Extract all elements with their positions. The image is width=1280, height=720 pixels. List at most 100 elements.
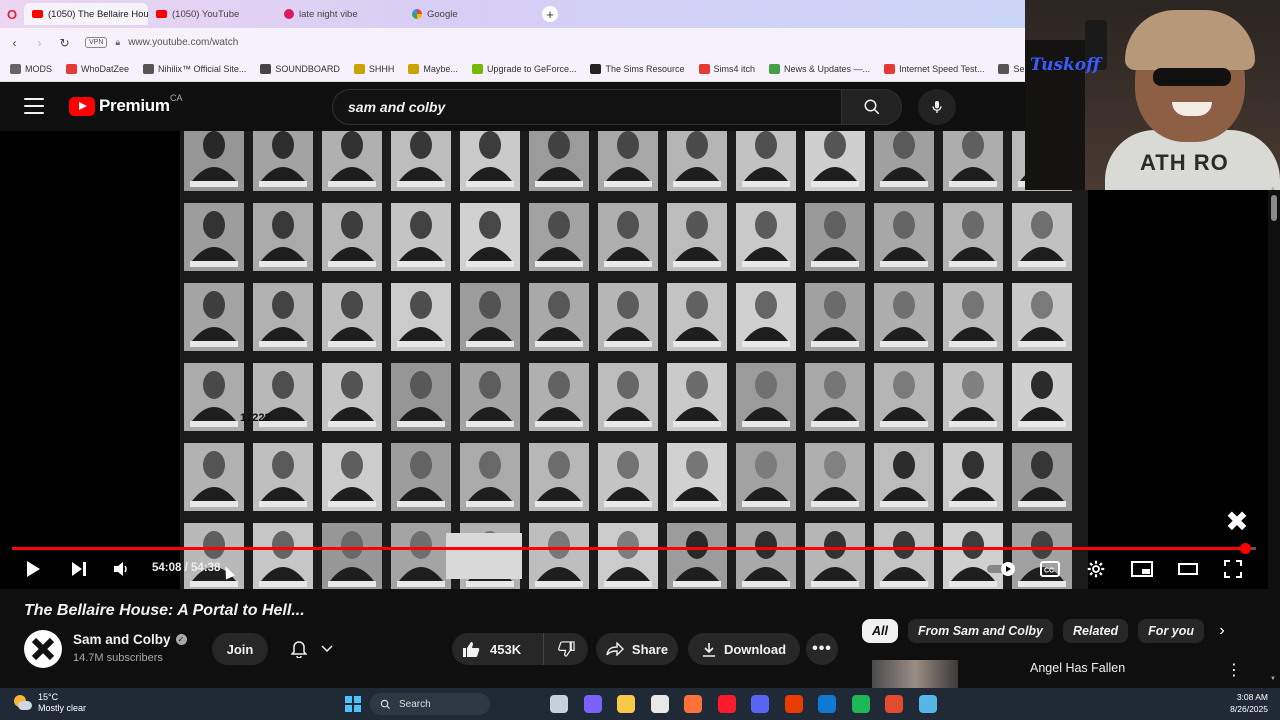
music-icon bbox=[284, 9, 294, 19]
captions-button[interactable]: CC bbox=[1039, 558, 1061, 580]
share-button[interactable]: Share bbox=[596, 633, 678, 665]
notepad-icon[interactable] bbox=[918, 695, 937, 713]
task-view-icon[interactable] bbox=[550, 695, 568, 713]
rss-icon[interactable] bbox=[885, 695, 903, 713]
chip-from-sam-and-colby[interactable]: From Sam and Colby bbox=[907, 619, 1054, 643]
autoplay-toggle[interactable] bbox=[986, 558, 1020, 580]
portrait-photo bbox=[253, 283, 313, 351]
bookmark-item[interactable]: SHHH bbox=[353, 64, 394, 74]
lock-icon[interactable]: 🔒︎ bbox=[115, 37, 120, 48]
chip-related[interactable]: Related bbox=[1063, 619, 1129, 643]
more-actions-button[interactable]: ••• bbox=[806, 633, 838, 665]
scrollbar-thumb[interactable] bbox=[1271, 195, 1277, 221]
channel-name[interactable]: Sam and Colby bbox=[73, 632, 171, 647]
bookmark-label: WhoDatZee bbox=[81, 64, 130, 74]
portrait-photo bbox=[184, 203, 244, 271]
join-button[interactable]: Join bbox=[212, 633, 268, 665]
chip-for-you[interactable]: For you bbox=[1138, 619, 1205, 643]
portrait-photo bbox=[391, 363, 451, 431]
video-frame-photo-wall: 17222 bbox=[180, 131, 1088, 589]
overlay-close-icon[interactable]: ✖ bbox=[1222, 506, 1252, 537]
settings-button[interactable] bbox=[1085, 558, 1107, 580]
back-arrow-icon[interactable]: ‹ bbox=[2, 36, 27, 50]
progress-bar[interactable] bbox=[12, 543, 1256, 554]
windows-start-icon[interactable] bbox=[345, 696, 361, 712]
portrait-photo bbox=[598, 363, 658, 431]
tab-google[interactable]: Google bbox=[404, 3, 532, 25]
bookmark-item[interactable]: Sims4 itch bbox=[698, 64, 755, 74]
volume-button[interactable] bbox=[110, 558, 132, 580]
like-button[interactable]: 453K bbox=[452, 633, 544, 665]
video-player[interactable]: 17222 bbox=[0, 131, 1268, 589]
chat-icon[interactable] bbox=[851, 695, 870, 713]
search-input[interactable]: sam and colby bbox=[332, 89, 842, 125]
bookmark-item[interactable]: The Sims Resource bbox=[590, 64, 685, 74]
store-icon[interactable] bbox=[650, 695, 669, 713]
search-button[interactable] bbox=[842, 89, 902, 125]
url-field[interactable]: www.youtube.com/watch bbox=[128, 37, 238, 48]
portrait-photo bbox=[874, 283, 934, 351]
bookmark-item[interactable]: MODS bbox=[10, 64, 52, 74]
recommendation-title[interactable]: Angel Has Fallen bbox=[1030, 661, 1125, 675]
taskbar-search[interactable]: Search bbox=[370, 693, 490, 715]
outlook-icon[interactable] bbox=[818, 695, 836, 713]
download-button[interactable]: Download bbox=[688, 633, 800, 665]
notifications-button[interactable] bbox=[278, 633, 346, 665]
tab-youtube[interactable]: (1050) YouTube bbox=[148, 3, 276, 25]
recommendation-thumbnail[interactable] bbox=[872, 660, 958, 688]
forward-arrow-icon[interactable]: › bbox=[27, 36, 52, 50]
opera-logo-icon[interactable]: O bbox=[0, 0, 24, 28]
office-icon[interactable] bbox=[784, 695, 803, 713]
scroll-up-arrow[interactable]: ▲ bbox=[1270, 186, 1276, 192]
fullscreen-button[interactable] bbox=[1222, 558, 1244, 580]
tab-late-night-vibe[interactable]: late night vibe bbox=[276, 3, 404, 25]
reload-icon[interactable]: ↻ bbox=[52, 36, 77, 50]
bookmark-item[interactable]: Send bbox=[998, 64, 1025, 74]
bookmark-item[interactable]: Nihilix™ Official Site... bbox=[143, 64, 246, 74]
chevron-right-icon[interactable]: › bbox=[1210, 619, 1234, 643]
voice-search-button[interactable] bbox=[918, 89, 956, 125]
portrait-photo bbox=[736, 523, 796, 589]
copilot-icon[interactable] bbox=[583, 695, 602, 713]
tab-label: Google bbox=[427, 8, 458, 20]
bookmark-item[interactable]: Maybe... bbox=[408, 64, 458, 74]
clock-date: 8/26/2025 bbox=[1230, 704, 1268, 714]
miniplayer-button[interactable] bbox=[1130, 558, 1154, 580]
bookmark-favicon-icon bbox=[143, 64, 155, 74]
bookmark-item[interactable]: News & Updates —... bbox=[769, 64, 870, 74]
youtube-premium-logo[interactable]: Premium bbox=[69, 96, 170, 116]
chip-all[interactable]: All bbox=[862, 619, 898, 643]
system-clock[interactable]: 3:08 AM 8/26/2025 bbox=[1190, 691, 1268, 715]
play-button[interactable] bbox=[22, 558, 44, 580]
related-filter-chips: All From Sam and Colby Related For you bbox=[862, 619, 1205, 643]
theater-mode-button[interactable] bbox=[1176, 558, 1200, 580]
bookmark-item[interactable]: Internet Speed Test... bbox=[884, 64, 984, 74]
opera-icon[interactable] bbox=[717, 695, 736, 713]
more-vertical-icon[interactable]: ⋮ bbox=[1226, 660, 1242, 680]
portrait-photo bbox=[943, 131, 1003, 191]
weather-widget[interactable]: 15°C Mostly clear bbox=[12, 692, 86, 714]
portrait-photo bbox=[736, 203, 796, 271]
bookmark-item[interactable]: SOUNDBOARD bbox=[260, 64, 340, 74]
vpn-badge[interactable]: VPN bbox=[85, 37, 108, 48]
channel-avatar[interactable] bbox=[24, 630, 62, 668]
bookmark-item[interactable]: WhoDatZee bbox=[66, 64, 129, 74]
firefox-icon[interactable] bbox=[684, 695, 702, 713]
channel-name-row[interactable]: Sam and Colby ✓ bbox=[73, 632, 187, 647]
tab-bellaire-house[interactable]: (1050) The Bellaire House × bbox=[24, 3, 148, 25]
fullscreen-icon bbox=[1224, 560, 1242, 578]
scrubber-handle[interactable] bbox=[1239, 543, 1251, 554]
dislike-button[interactable] bbox=[544, 633, 588, 665]
like-dislike-group: 453K bbox=[452, 633, 588, 665]
new-tab-plus-icon[interactable]: + bbox=[542, 6, 558, 22]
menu-hamburger-icon[interactable] bbox=[24, 98, 44, 114]
scroll-down-arrow[interactable]: ▼ bbox=[1270, 676, 1276, 682]
file-explorer-icon[interactable] bbox=[617, 695, 635, 713]
next-button[interactable] bbox=[68, 558, 90, 580]
portrait-photo bbox=[598, 283, 658, 351]
discord-icon[interactable] bbox=[751, 695, 769, 713]
portrait-photo bbox=[253, 203, 313, 271]
bookmark-label: Send bbox=[1013, 64, 1025, 74]
bookmark-item[interactable]: Upgrade to GeForce... bbox=[471, 64, 576, 74]
webcam-cap bbox=[1125, 10, 1255, 70]
